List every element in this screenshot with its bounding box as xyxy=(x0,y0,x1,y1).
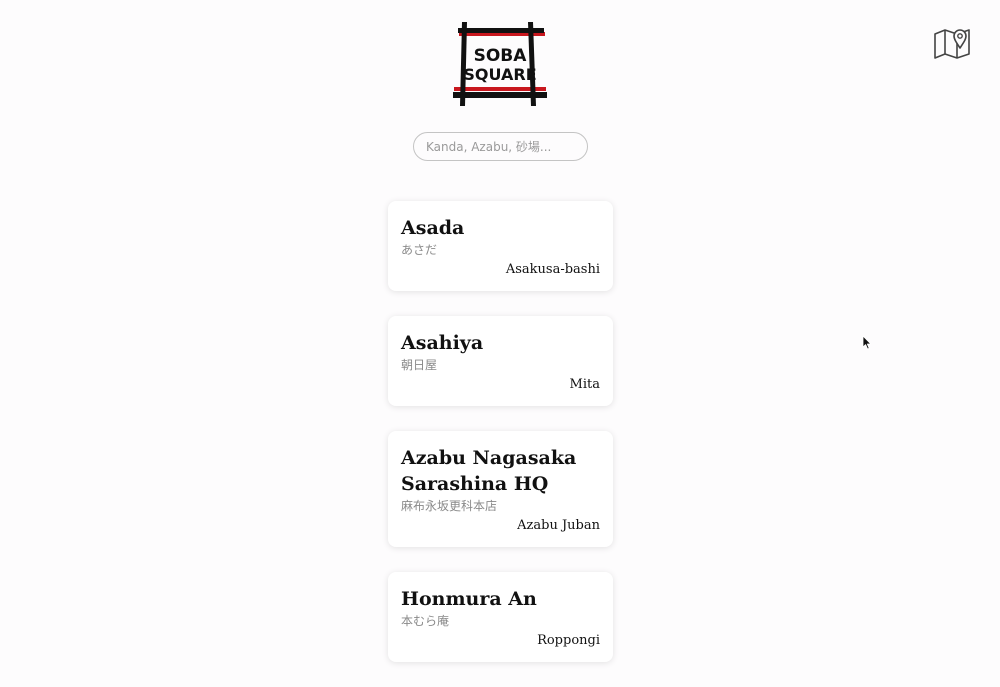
soba-square-logo[interactable]: SOBA SQUARE xyxy=(450,20,550,110)
restaurant-name-japanese: 朝日屋 xyxy=(401,358,438,372)
restaurant-card[interactable]: Azabu Nagasaka Sarashina HQ 麻布永坂更科本店 Aza… xyxy=(388,431,613,547)
cursor-arrow-icon xyxy=(862,335,872,350)
restaurant-name-japanese: 麻布永坂更科本店 xyxy=(401,499,498,513)
logo-graphic: SOBA SQUARE xyxy=(453,22,547,106)
restaurant-area: Mita xyxy=(569,377,600,392)
restaurant-card[interactable]: Asahiya 朝日屋 Mita xyxy=(388,316,613,406)
restaurant-name-japanese: 本むら庵 xyxy=(401,614,450,628)
restaurant-name: Azabu Nagasaka Sarashina HQ xyxy=(401,447,577,495)
logo-text-line1: SOBA xyxy=(474,46,528,66)
restaurant-area: Azabu Juban xyxy=(517,518,600,533)
restaurant-area: Asakusa-bashi xyxy=(505,262,600,277)
restaurant-list: Asada あさだ Asakusa-bashi Asahiya 朝日屋 Mita… xyxy=(388,201,613,687)
search-box xyxy=(413,132,588,161)
mouse-cursor xyxy=(862,335,872,350)
restaurant-area: Roppongi xyxy=(537,633,600,648)
restaurant-card[interactable]: Asada あさだ Asakusa-bashi xyxy=(388,201,613,291)
restaurant-card[interactable]: Honmura An 本むら庵 Roppongi xyxy=(388,572,613,662)
map-pin-icon xyxy=(934,29,970,59)
restaurant-name: Asahiya xyxy=(401,332,484,354)
restaurant-name: Honmura An xyxy=(401,588,537,610)
search-input[interactable] xyxy=(413,132,588,161)
logo-text-line2: SQUARE xyxy=(463,65,536,84)
restaurant-name: Asada xyxy=(401,217,465,239)
map-view-button[interactable] xyxy=(932,26,972,62)
restaurant-name-japanese: あさだ xyxy=(401,243,438,257)
